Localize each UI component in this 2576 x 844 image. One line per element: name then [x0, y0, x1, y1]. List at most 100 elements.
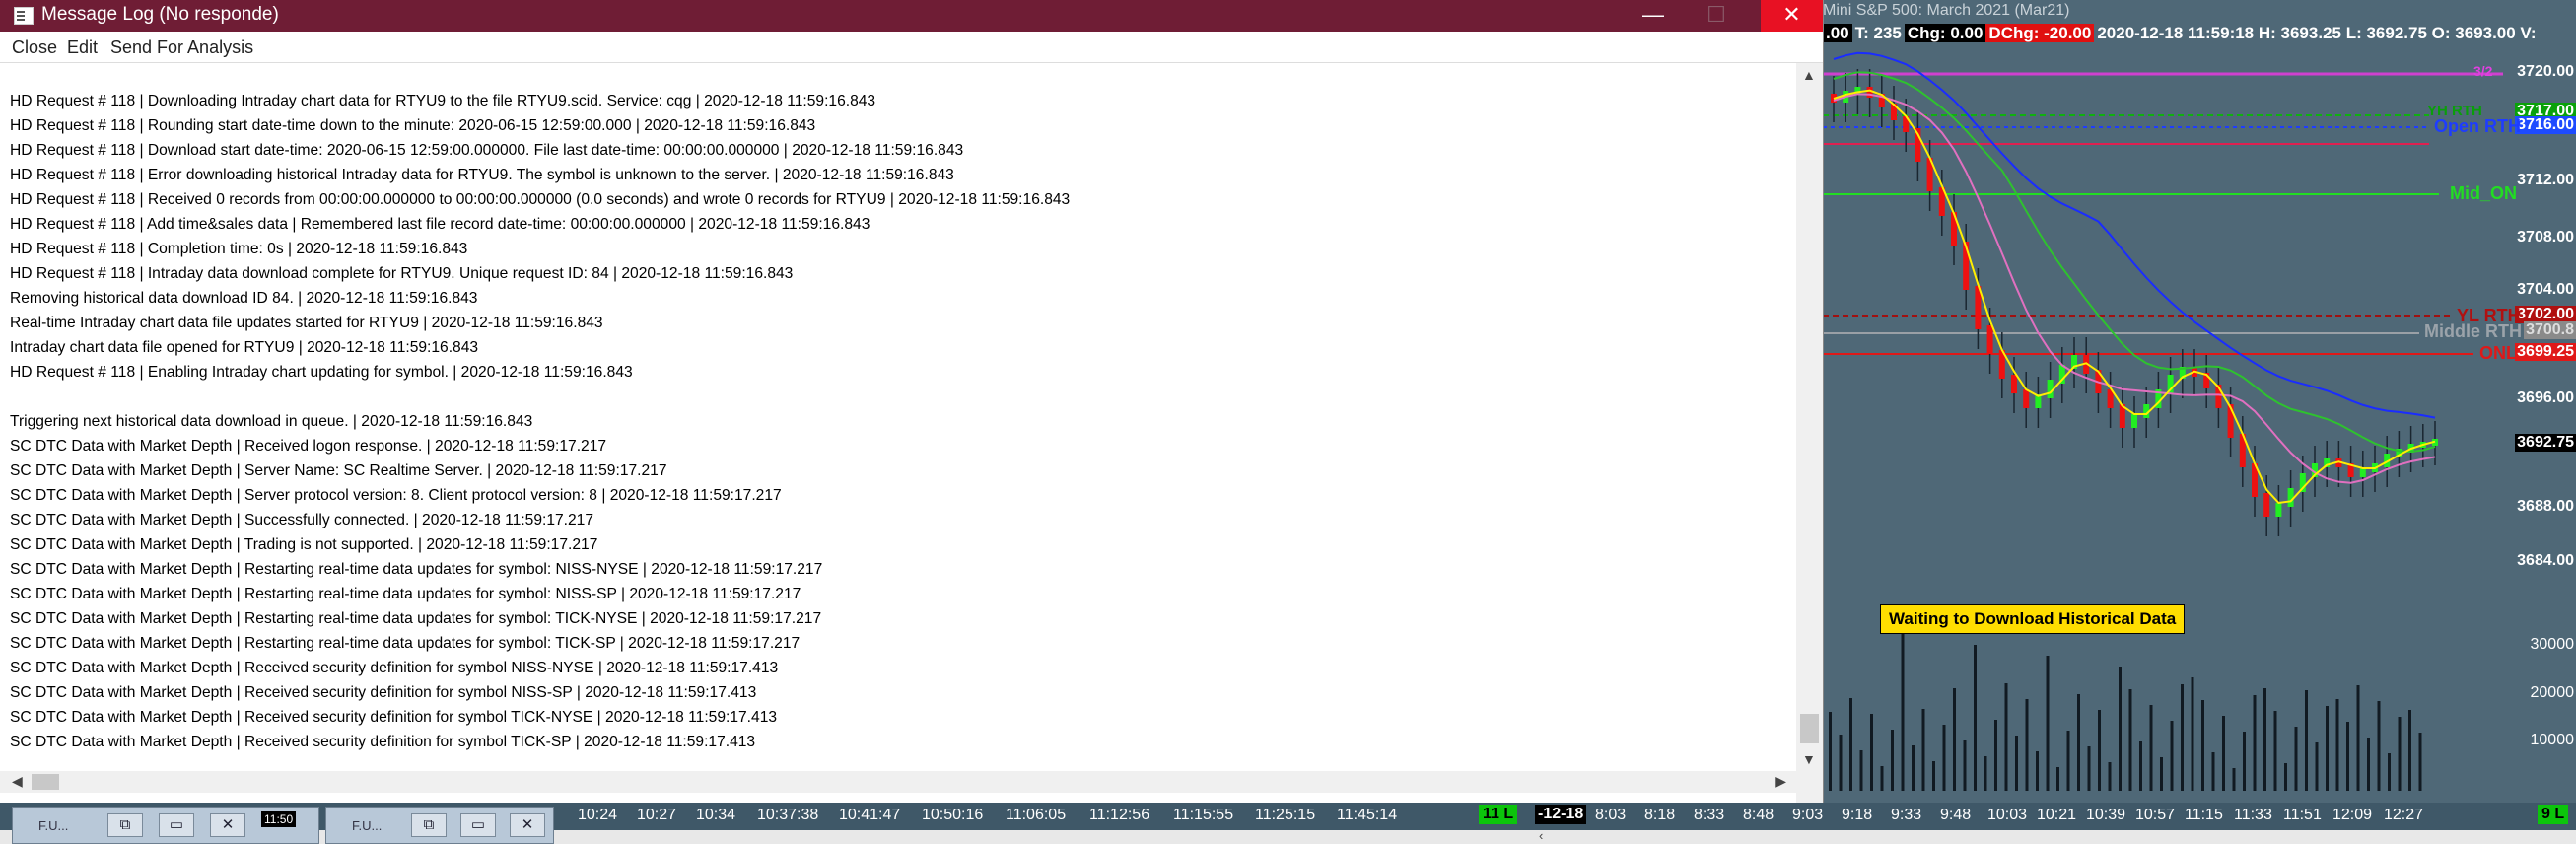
chart-hscroll-right[interactable]: ‹: [1533, 828, 2576, 844]
close-icon[interactable]: ✕: [510, 813, 545, 837]
log-line: SC DTC Data with Market Depth | Restarti…: [10, 561, 823, 578]
volume-bar: [1953, 688, 1956, 791]
minimized-chart-tab-2[interactable]: F.U... ⧉ ▭ ✕: [325, 807, 554, 844]
chart-info-bar: .00 T: 235 Chg: 0.00 DChg: -20.00 2020-12-18…: [1823, 22, 2539, 45]
scroll-left-icon[interactable]: ‹: [1539, 828, 1543, 843]
candle-body: [2275, 503, 2282, 517]
candle-body: [2131, 414, 2137, 428]
onl-tag: 3699.25: [2515, 343, 2576, 361]
restore-icon[interactable]: ⧉: [411, 813, 447, 837]
log-line: SC DTC Data with Market Depth | Received…: [10, 660, 779, 676]
waiting-download-banner: Waiting to Download Historical Data: [1880, 604, 2186, 634]
log-line: SC DTC Data with Market Depth | Server p…: [10, 487, 782, 504]
info-trades: T: 235: [1854, 24, 1902, 42]
close-button[interactable]: ✕: [1761, 0, 1823, 32]
volume-bar: [2273, 711, 2277, 791]
volume-bar: [2087, 746, 2091, 791]
time-tick: 11:51: [2283, 807, 2322, 823]
time-tick: 11:15:55: [1173, 807, 1234, 823]
volume-bar: [2294, 727, 2298, 791]
log-line: SC DTC Data with Market Depth | Received…: [10, 438, 607, 455]
volume-bar: [2222, 716, 2225, 791]
time-tick: 10:21: [2037, 807, 2077, 823]
scroll-right-icon[interactable]: ▶: [1775, 773, 1786, 790]
log-line: Intraday chart data file opened for RTYU…: [10, 339, 479, 356]
scroll-up-icon[interactable]: ▲: [1802, 67, 1816, 83]
title-bar[interactable]: Message Log (No responde) — ☐ ✕: [0, 0, 1823, 32]
volume-bar: [2335, 699, 2339, 791]
volume-bar: [1932, 761, 1935, 791]
log-line: HD Request # 118 | Received 0 records fr…: [10, 191, 1071, 208]
time-tick: 8:03: [1595, 807, 1627, 823]
volume-bar: [2128, 689, 2132, 791]
time-tick: 9:18: [1842, 807, 1873, 823]
volume-bar: [2108, 762, 2112, 791]
info-ohlc: 2020-12-18 11:59:18 H: 3693.25 L: 3692.7…: [2097, 24, 2537, 42]
log-line: Triggering next historical data download…: [10, 413, 533, 430]
volume-bar: [1859, 750, 1863, 791]
maximize-icon[interactable]: ▭: [159, 813, 194, 837]
log-line: HD Request # 118 | Download start date-t…: [10, 142, 964, 159]
info-chg: Chg: 0.00: [1904, 24, 1986, 42]
volume-bar: [2119, 667, 2122, 791]
volume-bar: [2191, 677, 2194, 791]
maximize-button[interactable]: ☐: [1688, 0, 1745, 32]
menu-send-for-analysis[interactable]: Send For Analysis: [110, 37, 253, 58]
open-rth-label: Open RTH: [2434, 116, 2521, 136]
date-badge: -12-18: [1535, 805, 1587, 824]
restore-icon[interactable]: ⧉: [107, 813, 143, 837]
volume-bar: [2181, 684, 2184, 791]
log-text-area[interactable]: HD Request # 118 | Downloading Intraday …: [0, 63, 1796, 771]
volume-bar: [2263, 688, 2266, 791]
candle-body: [2023, 389, 2030, 408]
volume-bar: [2398, 717, 2402, 791]
volume-bar: [1912, 745, 1915, 791]
volume-bar: [2346, 722, 2349, 791]
close-icon[interactable]: ✕: [210, 813, 245, 837]
price-tick: 3696.00: [2517, 389, 2574, 406]
message-log-window[interactable]: Message Log (No responde) — ☐ ✕ Close Ed…: [0, 0, 1824, 803]
left-badge: 11 L: [1479, 805, 1518, 824]
time-tick: 12:27: [2384, 807, 2424, 823]
log-line: Real-time Intraday chart data file updat…: [10, 315, 603, 331]
mid-on-label: Mid_ON: [2450, 183, 2518, 203]
volume-bar: [2211, 752, 2215, 791]
time-tick: 11:45:14: [1337, 807, 1398, 823]
time-tick: 9:48: [1940, 807, 1972, 823]
ma-blue: [1833, 51, 2436, 419]
time-tick: 10:34: [696, 807, 736, 823]
log-line: HD Request # 118 | Downloading Intraday …: [10, 93, 876, 109]
vertical-scrollbar[interactable]: ▲ ▼: [1796, 63, 1823, 771]
menu-edit[interactable]: Edit: [67, 37, 98, 58]
volume-bar: [2201, 700, 2204, 791]
volume-bar: [1901, 634, 1905, 791]
volume-bar: [1942, 725, 1946, 791]
price-tick: 3704.00: [2517, 281, 2574, 298]
time-tick: 8:18: [1644, 807, 1676, 823]
candle-body: [2011, 375, 2017, 393]
volume-bar: [2253, 695, 2257, 791]
scroll-thumb[interactable]: [32, 774, 59, 790]
minimize-button[interactable]: —: [1625, 0, 1682, 32]
log-line: HD Request # 118 | Completion time: 0s |…: [10, 241, 468, 257]
maximize-icon[interactable]: ▭: [460, 813, 496, 837]
volume-bar: [2139, 741, 2142, 791]
window-title: Message Log (No responde): [41, 4, 279, 25]
scroll-down-icon[interactable]: ▼: [1802, 751, 1816, 767]
scroll-left-icon[interactable]: ◀: [12, 773, 23, 790]
log-line: Removing historical data download ID 84.…: [10, 290, 478, 307]
horizontal-scrollbar[interactable]: ◀ ▶: [0, 771, 1796, 793]
log-line: SC DTC Data with Market Depth | Restarti…: [10, 635, 801, 652]
time-tick: 11:15: [2185, 807, 2223, 823]
volume-bar: [2036, 751, 2039, 791]
scroll-thumb[interactable]: [1800, 714, 1819, 743]
volume-bar: [2232, 768, 2236, 791]
menu-close[interactable]: Close: [12, 37, 57, 58]
time-tick: 10:57: [2135, 807, 2176, 823]
minimized-chart-tab-1[interactable]: F.U... ⧉ ▭ ✕ 11:50: [12, 807, 319, 844]
volume-bar: [2408, 710, 2411, 791]
price-chart[interactable]: Mini S&P 500: March 2021 (Mar21) .00 T: 2…: [1823, 0, 2576, 803]
last-price-tag: 3692.75: [2515, 434, 2576, 452]
log-line: HD Request # 118 | Error downloading his…: [10, 167, 954, 183]
volume-bar: [1974, 645, 1977, 791]
